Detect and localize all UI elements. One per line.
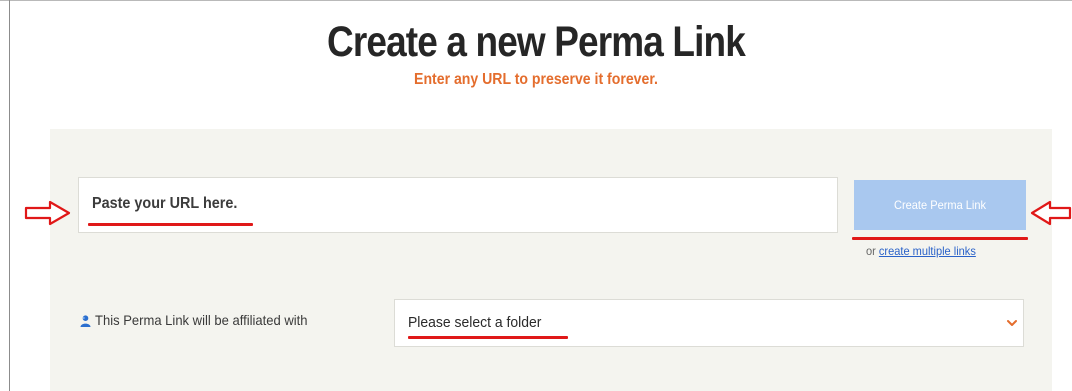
arrow-right-outline-icon <box>24 200 71 226</box>
create-perma-link-button-label: Create Perma Link <box>893 198 987 212</box>
url-placeholder-underline <box>88 223 253 226</box>
multi-prefix-text: or <box>866 244 876 258</box>
create-button-underline <box>852 237 1028 240</box>
url-input-placeholder: Paste your URL here. <box>92 195 238 212</box>
page-subtitle: Enter any URL to preserve it forever. <box>414 71 658 88</box>
arrow-left-outline-icon <box>1030 200 1072 226</box>
affiliation-label: This Perma Link will be affiliated with <box>95 312 308 328</box>
user-icon <box>80 315 91 327</box>
window-left-border <box>9 0 10 391</box>
chevron-down-icon[interactable] <box>1006 318 1018 328</box>
create-perma-link-button[interactable]: Create Perma Link <box>854 180 1026 230</box>
page-title: Create a new Perma Link <box>326 18 746 66</box>
folder-select-value: Please select a folder <box>408 314 542 331</box>
create-multiple-links-link[interactable]: create multiple links <box>879 244 976 258</box>
folder-value-underline <box>408 336 568 339</box>
create-multiple-links-row: or create multiple links <box>866 244 976 258</box>
create-link-panel <box>50 129 1052 391</box>
window-top-border <box>0 0 1072 1</box>
